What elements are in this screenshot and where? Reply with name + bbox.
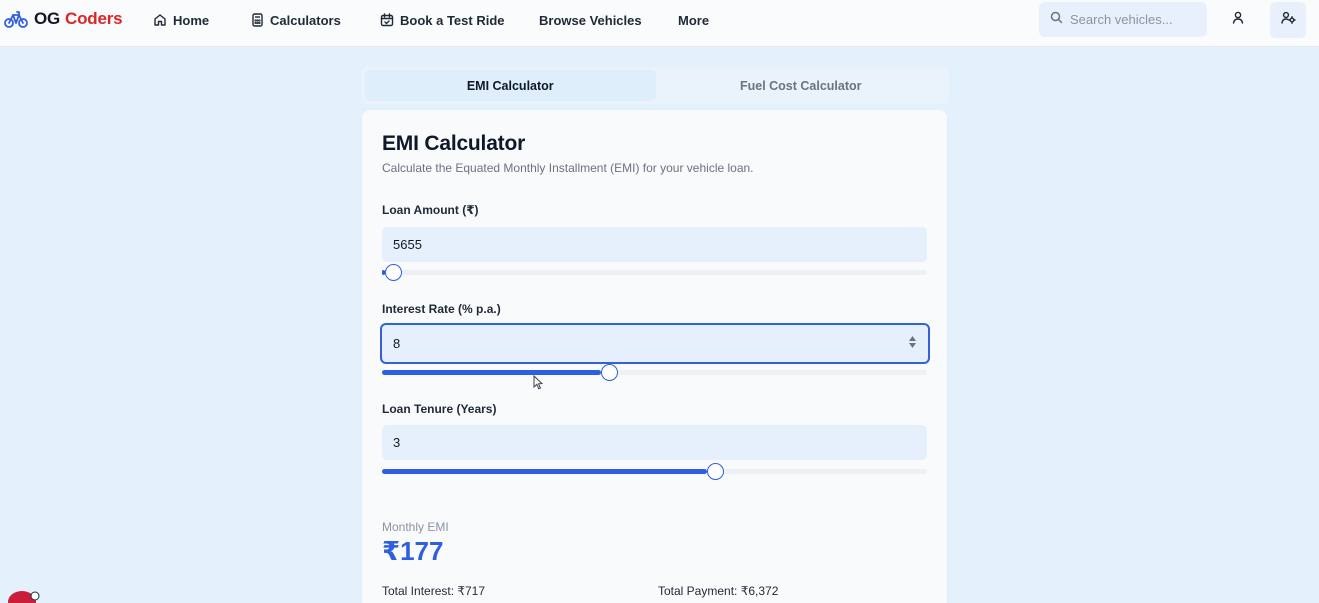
loan-amount-label: Loan Amount (₹) [382, 203, 479, 217]
brand-logo[interactable]: OG Coders [4, 9, 123, 29]
calculator-tabs: EMI Calculator Fuel Cost Calculator [362, 67, 949, 104]
calendar-check-icon [380, 13, 394, 27]
card-subtitle: Calculate the Equated Monthly Installmen… [382, 161, 754, 175]
loan-tenure-slider[interactable] [382, 463, 927, 480]
emi-calculator-card: EMI Calculator Calculate the Equated Mon… [362, 110, 947, 603]
chat-widget-icon[interactable] [6, 588, 42, 603]
monthly-emi-label: Monthly EMI [382, 520, 449, 534]
interest-rate-slider-thumb[interactable] [601, 364, 618, 381]
interest-rate-field [362, 323, 947, 364]
loan-tenure-slider-thumb[interactable] [707, 463, 724, 480]
nav-home-label: Home [173, 12, 210, 28]
search-icon [1050, 11, 1063, 29]
interest-rate-slider-fill [382, 370, 601, 375]
loan-tenure-label: Loan Tenure (Years) [382, 402, 497, 416]
interest-rate-slider[interactable] [382, 364, 927, 381]
nav-calculators-label: Calculators [270, 12, 341, 28]
loan-amount-slider-track [382, 270, 927, 275]
nav-calculators[interactable]: Calculators [251, 11, 341, 29]
bicycle-icon [4, 9, 28, 29]
nav-browse-vehicles-label: Browse Vehicles [539, 12, 642, 28]
interest-rate-input[interactable] [380, 323, 930, 364]
total-interest: Total Interest: ₹717 [382, 584, 486, 598]
loan-amount-slider-thumb[interactable] [385, 264, 402, 281]
interest-rate-label: Interest Rate (% p.a.) [382, 302, 501, 316]
nav-more-label: More [678, 12, 710, 28]
card-title: EMI Calculator [382, 132, 526, 155]
user-account-button[interactable] [1220, 2, 1256, 38]
top-navigation-bar: OG Coders Home Calculators Book a Test R… [0, 0, 1319, 47]
mouse-pointer-icon [533, 374, 544, 395]
loan-tenure-slider-fill [382, 469, 707, 474]
user-settings-icon [1280, 11, 1296, 29]
nav-browse-vehicles[interactable]: Browse Vehicles [539, 11, 642, 29]
nav-book-test-ride-label: Book a Test Ride [400, 12, 505, 28]
monthly-emi-value: ₹177 [382, 536, 444, 566]
tab-fuel-cost-calculator[interactable]: Fuel Cost Calculator [656, 70, 947, 101]
brand-name-part1: OG [34, 9, 61, 28]
loan-tenure-input[interactable] [382, 425, 927, 460]
loan-amount-input[interactable] [382, 227, 927, 262]
total-payment: Total Payment: ₹6,372 [658, 584, 779, 598]
home-icon [153, 13, 167, 27]
brand-name-part2: Coders [65, 9, 123, 28]
loan-amount-slider[interactable] [382, 264, 927, 281]
search-input[interactable] [1070, 12, 1200, 27]
user-icon [1232, 11, 1244, 29]
number-spinner-icon[interactable] [908, 334, 917, 355]
admin-settings-button[interactable] [1270, 2, 1306, 38]
calculator-icon [251, 13, 264, 27]
nav-home[interactable]: Home [153, 11, 209, 29]
nav-more[interactable]: More [678, 11, 709, 29]
tab-emi-calculator[interactable]: EMI Calculator [365, 70, 656, 101]
nav-book-test-ride[interactable]: Book a Test Ride [380, 11, 505, 29]
search-box[interactable] [1039, 2, 1207, 37]
